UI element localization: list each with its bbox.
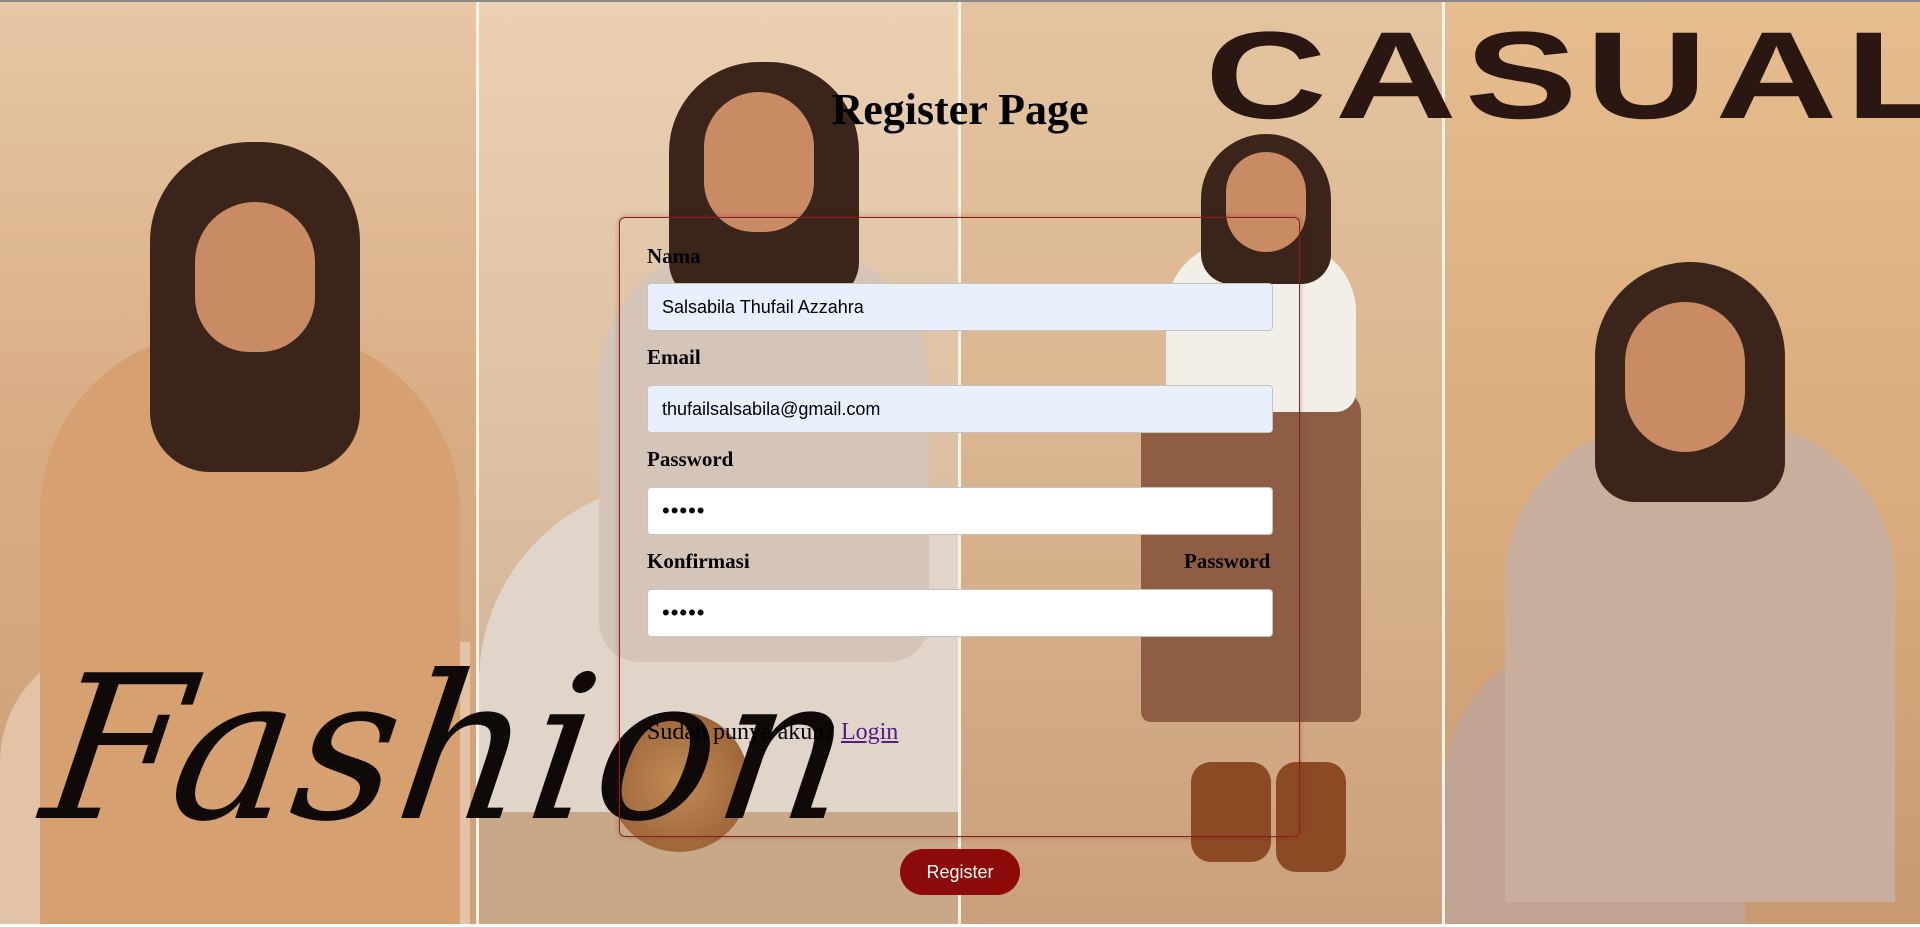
casual-wordmark: CASUAL [1205,7,1920,145]
nama-input[interactable] [647,283,1273,331]
confirm-password-input[interactable] [647,589,1273,637]
password-input[interactable] [647,487,1273,535]
password-label: Password [647,447,734,471]
email-input[interactable] [647,385,1273,433]
login-link[interactable]: Login [841,719,898,745]
confirm-password-label-second-word: Password [1184,549,1271,573]
confirm-password-label-first-word: Konfirmasi [647,549,750,573]
have-account-text: Sudah punya akun? Login [647,719,898,746]
page-title: Register Page [831,85,1089,134]
register-button[interactable]: Register [900,849,1020,895]
nama-label: Nama [647,244,701,268]
figure-shape [1625,302,1745,452]
email-label: Email [647,345,701,369]
figure-shape [195,202,315,352]
have-account-prompt: Sudah punya akun? [647,719,835,745]
